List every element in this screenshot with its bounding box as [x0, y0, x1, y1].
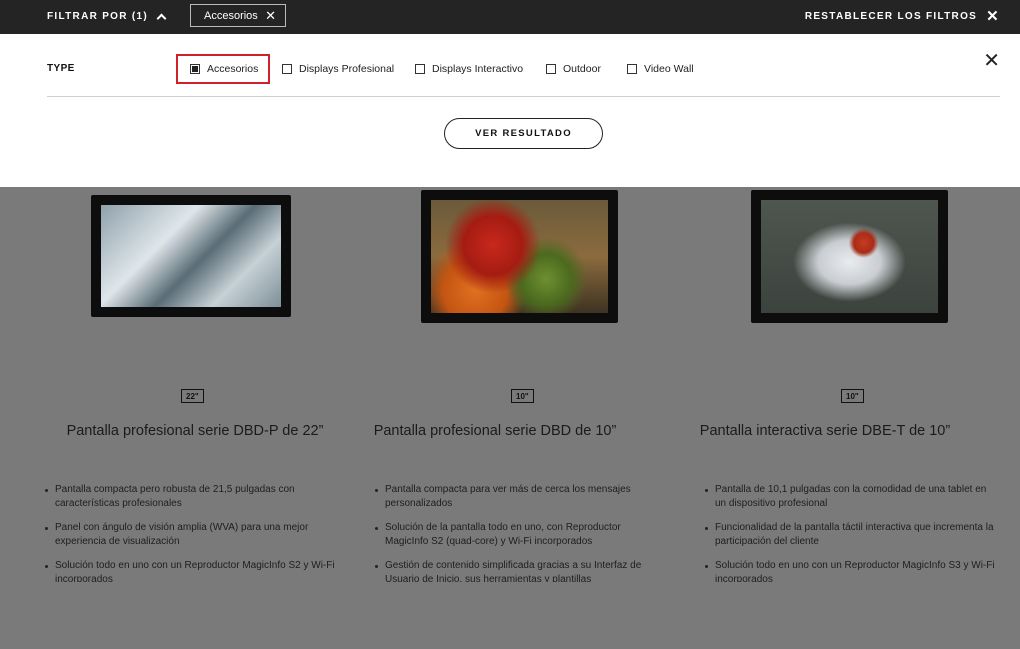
- filter-bar: FILTRAR POR (1) Accesorios ✕ RESTABLECER…: [0, 0, 1020, 34]
- active-filter-chip[interactable]: Accesorios ✕: [190, 4, 286, 27]
- filter-group-label: TYPE: [47, 63, 75, 74]
- filter-option-label: Accesorios: [207, 63, 259, 75]
- feature-item: Solución de la pantalla todo en uno, con…: [375, 521, 665, 549]
- feature-list: Pantalla compacta pero robusta de 21,5 p…: [45, 483, 335, 597]
- filter-option-video-wall[interactable]: Video Wall: [627, 54, 694, 84]
- product-grid: 22" Pantalla profesional serie DBD-P de …: [0, 187, 1020, 649]
- feature-item: Funcionalidad de la pantalla táctil inte…: [705, 521, 995, 549]
- close-filter-panel-icon[interactable]: ✕: [983, 51, 1000, 71]
- filter-option-label: Outdoor: [563, 63, 601, 75]
- feature-item: Pantalla compacta pero robusta de 21,5 p…: [45, 483, 335, 511]
- product-image[interactable]: [751, 190, 948, 323]
- active-filter-chip-label: Accesorios: [204, 9, 258, 22]
- feature-item: Pantalla compacta para ver más de cerca …: [375, 483, 665, 511]
- reset-filters-label: RESTABLECER LOS FILTROS: [804, 10, 978, 22]
- filter-toggle-button[interactable]: FILTRAR POR (1): [47, 0, 167, 32]
- size-badge: 22": [181, 389, 204, 403]
- filter-option-accesorios[interactable]: Accesorios: [176, 54, 271, 84]
- checkbox-icon[interactable]: [415, 64, 425, 74]
- checkbox-icon[interactable]: [627, 64, 637, 74]
- panel-divider: [47, 96, 1000, 97]
- view-results-button[interactable]: VER RESULTADO: [444, 118, 603, 149]
- remove-chip-close-icon[interactable]: ✕: [265, 8, 276, 23]
- overlay-fade: [0, 582, 1020, 649]
- reset-filters-button[interactable]: RESTABLECER LOS FILTROS ✕: [805, 0, 1000, 32]
- close-icon: ✕: [986, 8, 1000, 25]
- product-image[interactable]: [91, 195, 291, 317]
- product-image[interactable]: [421, 190, 618, 323]
- product-card[interactable]: 10" Pantalla profesional serie DBD de 10…: [330, 187, 660, 649]
- chevron-up-icon: [156, 13, 167, 23]
- feature-list: Pantalla compacta para ver más de cerca …: [375, 483, 665, 597]
- feature-item: Pantalla de 10,1 pulgadas con la comodid…: [705, 483, 995, 511]
- filter-option-label: Video Wall: [644, 63, 694, 75]
- filter-panel: TYPE Accesorios Displays Profesional Dis…: [0, 34, 1020, 187]
- filter-option-outdoor[interactable]: Outdoor: [546, 54, 601, 84]
- feature-list: Pantalla de 10,1 pulgadas con la comodid…: [705, 483, 995, 597]
- checkbox-checked-icon[interactable]: [190, 64, 200, 74]
- filter-option-label: Displays Profesional: [299, 63, 395, 75]
- filter-option-label: Displays Interactivo: [432, 63, 524, 75]
- feature-item: Panel con ángulo de visión amplia (WVA) …: [45, 521, 335, 549]
- size-badge: 10": [841, 389, 864, 403]
- filter-option-displays-profesional[interactable]: Displays Profesional: [282, 54, 394, 84]
- product-title[interactable]: Pantalla profesional serie DBD de 10”: [330, 423, 660, 439]
- checkbox-icon[interactable]: [546, 64, 556, 74]
- product-card[interactable]: 10" Pantalla interactiva serie DBE-T de …: [660, 187, 995, 649]
- product-card[interactable]: 22" Pantalla profesional serie DBD-P de …: [0, 187, 335, 649]
- product-title[interactable]: Pantalla interactiva serie DBE-T de 10”: [660, 423, 990, 439]
- size-badge: 10": [511, 389, 534, 403]
- checkbox-icon[interactable]: [282, 64, 292, 74]
- filter-toggle-label: FILTRAR POR (1): [47, 10, 148, 22]
- product-title[interactable]: Pantalla profesional serie DBD-P de 22”: [30, 423, 360, 439]
- filter-option-displays-interactivo[interactable]: Displays Interactivo: [415, 54, 523, 84]
